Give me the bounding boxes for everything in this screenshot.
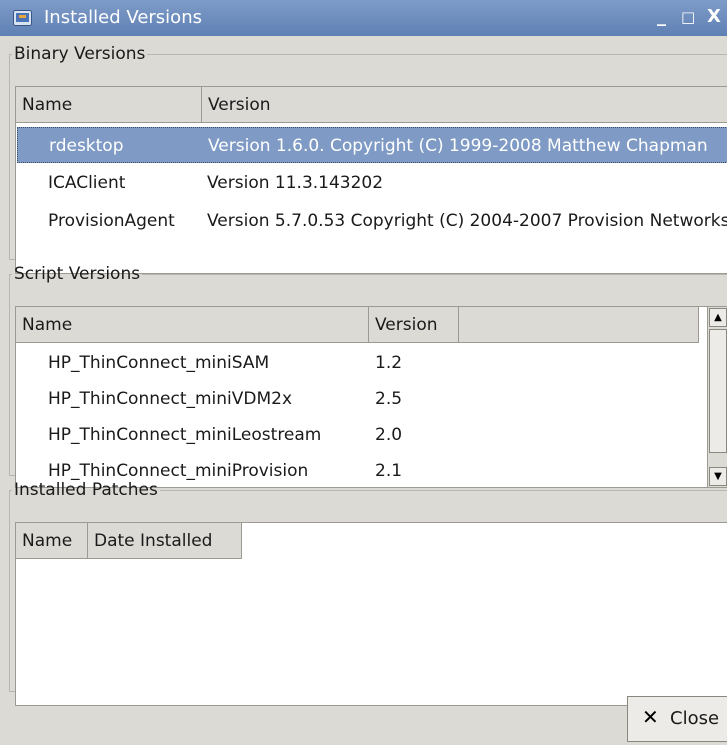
script-name: HP_ThinConnect_miniVDM2x [48, 389, 293, 409]
column-header-name[interactable]: Name [16, 523, 88, 559]
script-versions-group: Script Versions Name Version HP_ThinConn… [9, 264, 727, 488]
binary-versions-group: Binary Versions Name Version rdesktop Ve… [9, 44, 727, 274]
script-name: HP_ThinConnect_miniLeostream [48, 425, 322, 445]
script-version: 2.5 [375, 389, 403, 409]
table-row[interactable]: HP_ThinConnect_miniLeostream 2.0 [17, 417, 727, 453]
app-icon [13, 10, 32, 26]
binary-name: rdesktop [49, 136, 124, 156]
binary-name: ProvisionAgent [48, 211, 175, 231]
column-header-version[interactable]: Version [202, 87, 727, 123]
column-header-version[interactable]: Version [369, 307, 459, 343]
window-title: Installed Versions [44, 7, 202, 28]
close-icon: ✕ [642, 705, 659, 729]
title-bar: Installed Versions _ □ X [0, 0, 727, 36]
table-row[interactable]: HP_ThinConnect_miniVDM2x 2.5 [17, 381, 727, 417]
installed-patches-list[interactable]: Name Date Installed [15, 522, 727, 706]
table-row[interactable]: HP_ThinConnect_miniSAM 1.2 [17, 345, 727, 381]
script-versions-list[interactable]: Name Version HP_ThinConnect_miniSAM 1.2 … [15, 306, 727, 488]
installed-patches-group: Installed Patches Name Date Installed [9, 480, 727, 706]
binary-version: Version 1.6.0. Copyright (C) 1999-2008 M… [208, 136, 708, 156]
script-version: 1.2 [375, 353, 403, 373]
table-row[interactable]: ProvisionAgent Version 5.7.0.53 Copyrigh… [17, 203, 727, 239]
scrollbar-thumb[interactable] [709, 329, 727, 453]
binary-versions-list[interactable]: Name Version rdesktop Version 1.6.0. Cop… [15, 86, 727, 274]
binary-versions-legend: Binary Versions [14, 44, 146, 64]
binary-version: Version 5.7.0.53 Copyright (C) 2004-2007… [207, 211, 727, 231]
script-version: 2.0 [375, 425, 403, 445]
binary-version: Version 11.3.143202 [207, 173, 384, 193]
column-header-name[interactable]: Name [16, 87, 202, 123]
arrow-up-icon: ▲ [714, 312, 722, 323]
maximize-button[interactable]: □ [681, 8, 695, 26]
vertical-scrollbar[interactable]: ▲ ▼ [707, 307, 727, 487]
script-versions-legend: Script Versions [14, 264, 141, 284]
binary-name: ICAClient [48, 173, 126, 193]
column-header-date-installed[interactable]: Date Installed [88, 523, 242, 559]
installed-patches-legend: Installed Patches [14, 480, 158, 500]
column-header-name[interactable]: Name [16, 307, 369, 343]
table-row[interactable]: rdesktop Version 1.6.0. Copyright (C) 19… [17, 127, 727, 163]
scroll-up-button[interactable]: ▲ [709, 308, 727, 327]
column-header-filler [459, 307, 699, 343]
close-button-label: Close [670, 708, 720, 729]
window-close-button[interactable]: X [707, 6, 721, 27]
script-name: HP_ThinConnect_miniSAM [48, 353, 270, 373]
minimize-button[interactable]: _ [657, 6, 666, 27]
table-row[interactable]: ICAClient Version 11.3.143202 [17, 165, 727, 201]
close-button[interactable]: ✕ Close [627, 696, 727, 742]
